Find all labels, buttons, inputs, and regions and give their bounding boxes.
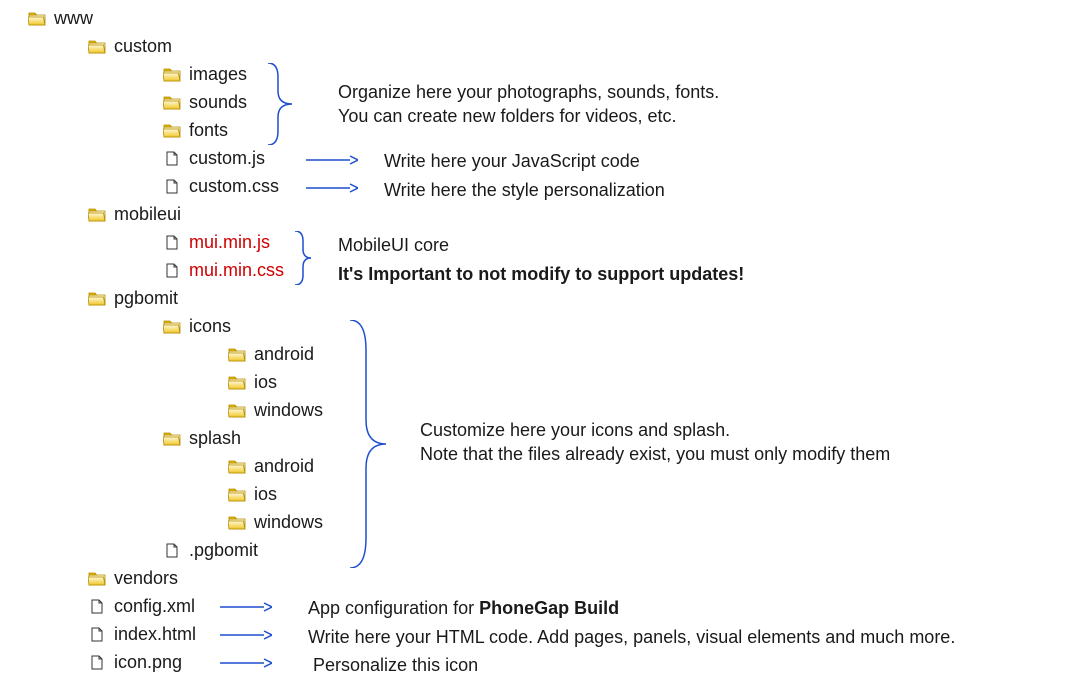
tree-row-file: .pgbomit (163, 536, 1080, 564)
file-label: custom.js (189, 148, 265, 169)
folder-icon (228, 347, 246, 362)
note-text: App configuration for (308, 598, 479, 618)
folder-icon (88, 39, 106, 54)
folder-icon (88, 571, 106, 586)
file-icon (163, 543, 181, 558)
note-mui-core: MobileUI core (338, 233, 449, 257)
note-organize: Organize here your photographs, sounds, … (338, 80, 719, 129)
tree-row-folder: vendors (88, 564, 1080, 592)
folder-icon (228, 459, 246, 474)
file-label: mui.min.css (189, 260, 284, 281)
folder-icon (88, 207, 106, 222)
tree-row-folder: pgbomit (88, 284, 1080, 312)
folder-label: pgbomit (114, 288, 178, 309)
folder-label: icons (189, 316, 231, 337)
bracket-icon (266, 63, 294, 145)
folder-icon (228, 375, 246, 390)
folder-label: ios (254, 372, 277, 393)
tree-row-folder: custom (88, 32, 1080, 60)
note-line: Organize here your photographs, sounds, … (338, 82, 719, 102)
note-custom-js: Write here your JavaScript code (384, 149, 640, 173)
arrow-right-icon (306, 154, 358, 166)
file-label: .pgbomit (189, 540, 258, 561)
folder-label: android (254, 344, 314, 365)
note-custom-css: Write here the style personalization (384, 178, 665, 202)
bracket-icon (348, 320, 388, 568)
file-icon (88, 655, 106, 670)
note-config: App configuration for PhoneGap Build (308, 596, 619, 620)
folder-icon (163, 319, 181, 334)
folder-icon (163, 67, 181, 82)
folder-icon (228, 403, 246, 418)
folder-label: ios (254, 484, 277, 505)
file-label: mui.min.js (189, 232, 270, 253)
folder-label: windows (254, 400, 323, 421)
tree-row-folder: mobileui (88, 200, 1080, 228)
note-line: You can create new folders for videos, e… (338, 106, 677, 126)
file-tree-diagram: www custom images sounds fonts custom.js… (8, 4, 1080, 676)
arrow-right-icon (220, 657, 272, 669)
note-line: Note that the files already exist, you m… (420, 444, 890, 464)
arrow-right-icon (220, 601, 272, 613)
folder-label: vendors (114, 568, 178, 589)
file-label: index.html (114, 624, 196, 645)
folder-icon (163, 95, 181, 110)
tree-row-folder: icons (163, 312, 1080, 340)
file-icon (163, 263, 181, 278)
folder-label: www (54, 8, 93, 29)
folder-label: sounds (189, 92, 247, 113)
tree-row-root: www (28, 4, 1080, 32)
arrow-right-icon (306, 182, 358, 194)
note-customize: Customize here your icons and splash. No… (420, 418, 890, 467)
folder-icon (163, 123, 181, 138)
file-icon (163, 235, 181, 250)
file-label: custom.css (189, 176, 279, 197)
file-label: config.xml (114, 596, 195, 617)
folder-label: images (189, 64, 247, 85)
folder-icon (28, 11, 46, 26)
folder-label: fonts (189, 120, 228, 141)
note-line: Customize here your icons and splash. (420, 420, 730, 440)
folder-label: splash (189, 428, 241, 449)
note-text-bold: PhoneGap Build (479, 598, 619, 618)
note-mui-warn: It's Important to not modify to support … (338, 262, 744, 286)
folder-icon (163, 431, 181, 446)
file-label: icon.png (114, 652, 182, 673)
folder-label: mobileui (114, 204, 181, 225)
arrow-right-icon (220, 629, 272, 641)
folder-label: android (254, 456, 314, 477)
file-icon (163, 151, 181, 166)
folder-icon (228, 487, 246, 502)
file-icon (88, 627, 106, 642)
file-icon (163, 179, 181, 194)
folder-icon (228, 515, 246, 530)
folder-label: windows (254, 512, 323, 533)
file-icon (88, 599, 106, 614)
bracket-icon (293, 231, 313, 285)
folder-icon (88, 291, 106, 306)
folder-label: custom (114, 36, 172, 57)
note-index-html: Write here your HTML code. Add pages, pa… (308, 625, 955, 649)
